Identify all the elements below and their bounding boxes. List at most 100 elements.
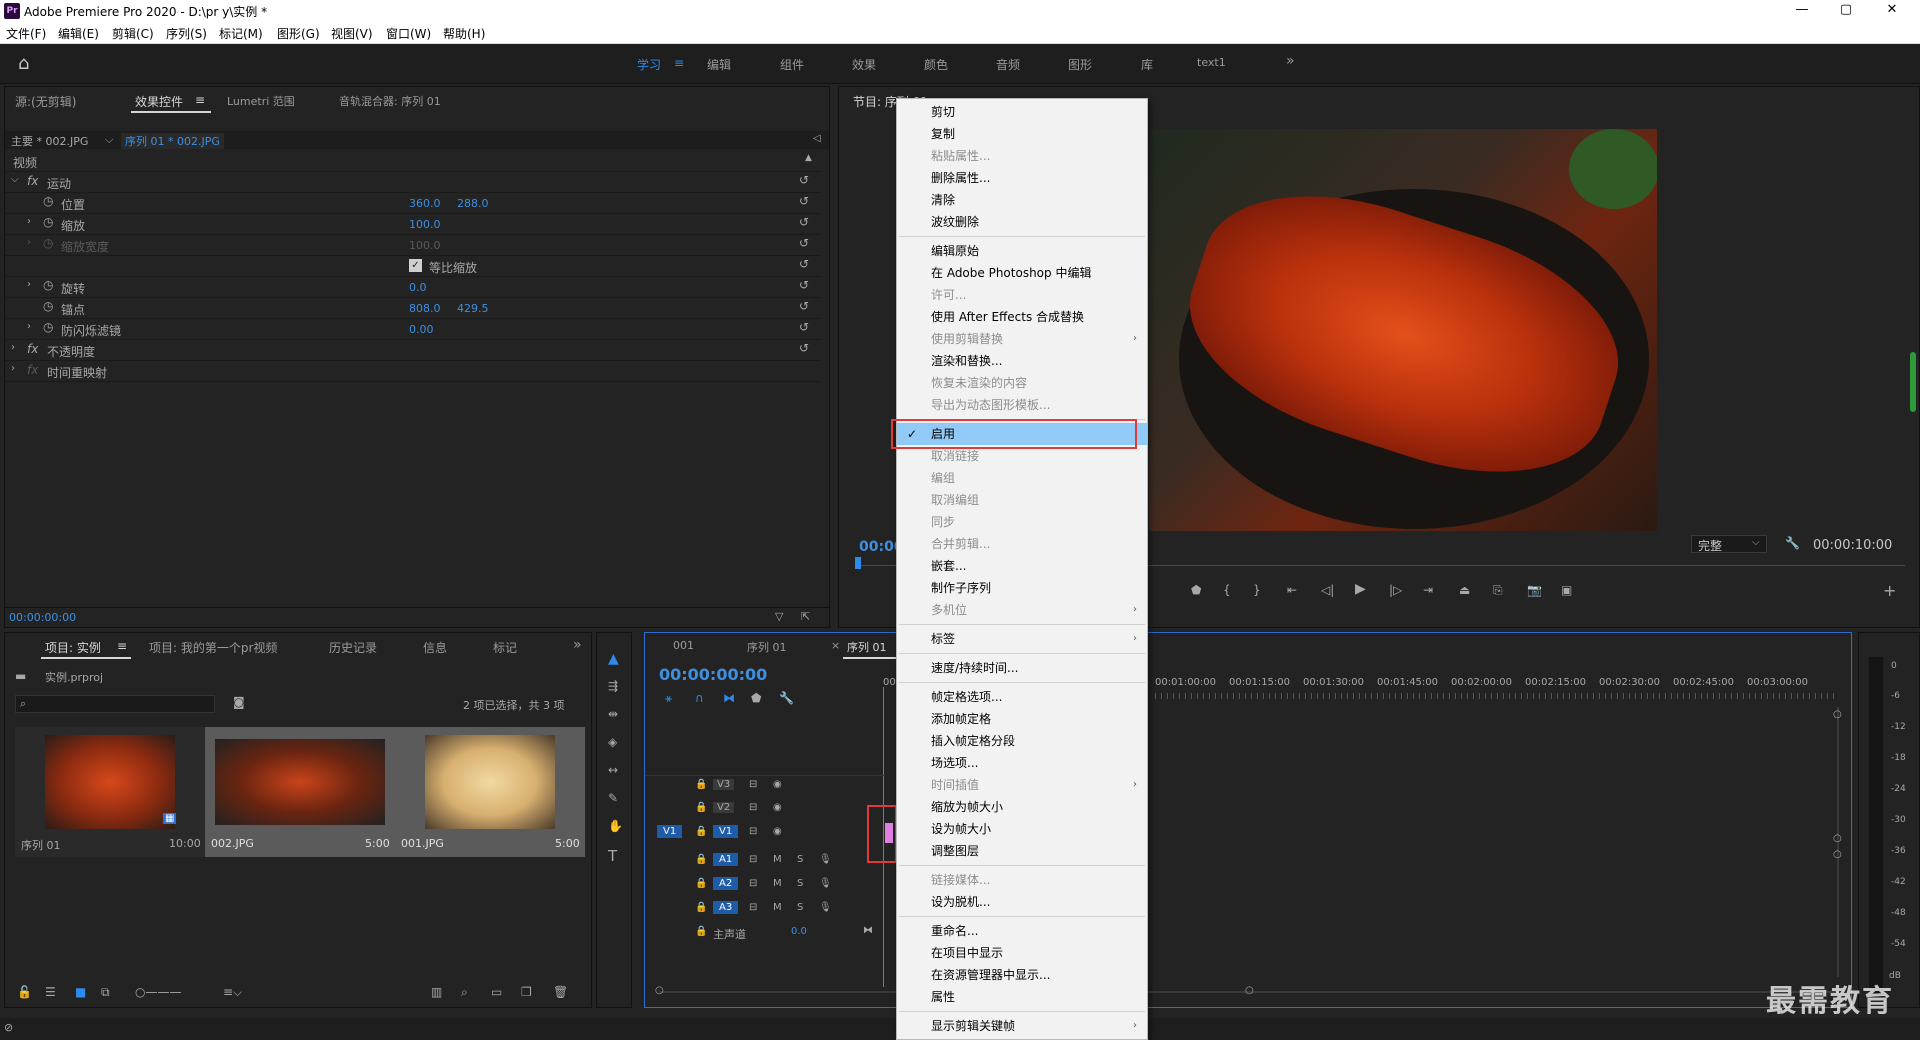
scroll-handle-icon[interactable]: ○ (1833, 849, 1842, 860)
anchor-x-value[interactable]: 808.0 (409, 302, 441, 315)
collapse-icon[interactable]: ◁ (813, 133, 821, 144)
solo-button[interactable]: S (797, 878, 803, 889)
pen-tool-icon[interactable]: ✎ (608, 791, 618, 805)
lock-icon[interactable]: 🔓 (17, 985, 32, 999)
solo-button[interactable]: S (797, 902, 803, 913)
lift-icon[interactable]: ⏏ (1459, 583, 1470, 597)
step-forward-icon[interactable]: |▷ (1389, 583, 1402, 597)
timeline-settings-icon[interactable]: 🔧 (779, 691, 794, 705)
list-view-icon[interactable]: ☰ (45, 985, 56, 999)
workspace-edit[interactable]: 编辑 (707, 56, 731, 73)
master-clip-label[interactable]: 主要 * 002.JPG (11, 133, 88, 149)
context-menu-item[interactable]: 速度/持续时间... (897, 657, 1147, 679)
tab-project-first[interactable]: 项目: 我的第一个pr视频 (149, 639, 277, 656)
scroll-handle-icon[interactable]: ○ (1245, 985, 1254, 996)
razor-tool-icon[interactable]: ◈ (608, 735, 617, 749)
track-label[interactable]: A1 (713, 853, 739, 866)
context-menu-item[interactable]: 设为脱机... (897, 891, 1147, 913)
workspace-color[interactable]: 颜色 (924, 56, 948, 73)
context-menu-item[interactable]: 标签 › (897, 628, 1147, 650)
tab-timeline-seq1[interactable]: 序列 01 (747, 639, 787, 655)
scroll-handle-icon[interactable]: ○ (1833, 833, 1842, 844)
eye-icon[interactable]: ◉ (773, 779, 782, 790)
camera-icon[interactable]: 📷 (1527, 583, 1542, 597)
playhead-marker[interactable] (855, 557, 861, 569)
workspace-learn[interactable]: 学习 (637, 56, 661, 73)
sync-lock-icon[interactable]: ⊟ (749, 779, 757, 790)
menu-view[interactable]: 视图(V) (331, 25, 373, 42)
workspace-menu-icon[interactable]: ≡ (674, 56, 684, 70)
context-menu-item[interactable]: 在项目中显示 (897, 942, 1147, 964)
menu-file[interactable]: 文件(F) (6, 25, 46, 42)
reset-icon[interactable]: ↺ (799, 320, 809, 334)
icon-view-icon[interactable]: ■ (75, 985, 86, 999)
lock-icon[interactable]: 🔒 (695, 926, 707, 937)
tab-lumetri-scopes[interactable]: Lumetri 范围 (227, 93, 295, 109)
compare-icon[interactable]: ▣ (1561, 583, 1572, 597)
tab-close-icon[interactable]: × (831, 639, 840, 652)
context-menu-item[interactable]: 属性 (897, 986, 1147, 1008)
menu-window[interactable]: 窗口(W) (386, 25, 431, 42)
mark-out-icon[interactable]: } (1253, 583, 1261, 597)
workspace-effects[interactable]: 效果 (852, 56, 876, 73)
motion-row[interactable]: ⌵ fx 运动 ↺ (5, 172, 821, 193)
lock-icon[interactable]: 🔒 (695, 826, 707, 837)
master-end-icon[interactable]: ⧓ (863, 925, 873, 936)
menu-graphics[interactable]: 图形(G) (277, 25, 320, 42)
lock-icon[interactable]: 🔒 (695, 902, 707, 913)
new-item-icon[interactable]: ❐ (521, 985, 532, 999)
mute-button[interactable]: M (773, 854, 782, 865)
microphone-icon[interactable]: 🎙 (819, 854, 832, 865)
step-back-icon[interactable]: ◁| (1321, 583, 1334, 597)
panel-more-icon[interactable]: » (573, 637, 582, 653)
track-label[interactable]: V1 (713, 825, 739, 838)
filter-icon[interactable]: ▽ (775, 610, 783, 623)
zoom-slider[interactable]: ○——— (135, 985, 181, 999)
context-menu-item[interactable]: 调整图层 (897, 840, 1147, 862)
chevron-right-icon[interactable]: › (27, 279, 31, 290)
reset-icon[interactable]: ↺ (799, 299, 809, 313)
timeline-timecode[interactable]: 00:00:00:00 (659, 665, 767, 684)
type-tool-icon[interactable]: T (608, 847, 617, 865)
tab-markers[interactable]: 标记 (493, 639, 517, 656)
context-menu-item[interactable]: 使用 After Effects 合成替换 (897, 306, 1147, 328)
new-bin-icon[interactable]: ▭ (491, 985, 502, 999)
mark-in-icon[interactable]: { (1223, 583, 1231, 597)
position-y-value[interactable]: 288.0 (457, 197, 489, 210)
menu-sequence[interactable]: 序列(S) (166, 25, 207, 42)
context-menu-item[interactable]: 复制 (897, 123, 1147, 145)
context-menu-item[interactable]: 嵌套... (897, 555, 1147, 577)
play-icon[interactable]: ▶ (1355, 581, 1366, 597)
linked-selection-icon[interactable]: ⧓ (723, 691, 735, 705)
chevron-right-icon[interactable]: › (11, 363, 15, 374)
menu-clip[interactable]: 剪辑(C) (112, 25, 154, 42)
menu-help[interactable]: 帮助(H) (443, 25, 485, 42)
source-v1-patch[interactable]: V1 (657, 825, 683, 838)
master-track-value[interactable]: 0.0 (791, 926, 807, 937)
chevron-right-icon[interactable]: › (27, 216, 31, 227)
snap-magnet-icon[interactable]: ∩ (695, 691, 704, 705)
workspace-graphics[interactable]: 图形 (1068, 56, 1092, 73)
stopwatch-icon[interactable]: ◷ (43, 194, 53, 208)
time-remap-row[interactable]: › fx 时间重映射 (5, 361, 821, 382)
effect-timecode[interactable]: 00:00:00:00 (9, 611, 76, 624)
sync-lock-icon[interactable]: ⊟ (749, 826, 757, 837)
track-select-tool-icon[interactable]: ⇶ (608, 679, 618, 693)
fx-icon[interactable]: fx (27, 342, 38, 356)
lock-icon[interactable]: 🔒 (695, 802, 707, 813)
workspace-assembly[interactable]: 组件 (780, 56, 804, 73)
scroll-handle-icon[interactable]: ○ (1833, 709, 1842, 720)
export-icon[interactable]: ⇱ (801, 610, 810, 623)
effect-panel-menu-icon[interactable]: ≡ (195, 93, 205, 107)
workspace-text1[interactable]: text1 (1197, 56, 1226, 69)
context-menu-item[interactable]: 删除属性... (897, 167, 1147, 189)
reset-icon[interactable]: ↺ (799, 236, 809, 250)
sync-lock-icon[interactable]: ⊟ (749, 878, 757, 889)
sequence-clip-label[interactable]: 序列 01 * 002.JPG (121, 133, 224, 149)
add-marker-icon[interactable]: ⬟ (751, 691, 761, 705)
extract-icon[interactable]: ⎘ (1493, 583, 1503, 598)
context-menu-item[interactable]: 添加帧定格 (897, 708, 1147, 730)
opacity-row[interactable]: › fx 不透明度 ↺ (5, 340, 821, 361)
context-menu-item[interactable]: 波纹删除 (897, 211, 1147, 233)
track-label[interactable]: V3 (713, 779, 735, 790)
